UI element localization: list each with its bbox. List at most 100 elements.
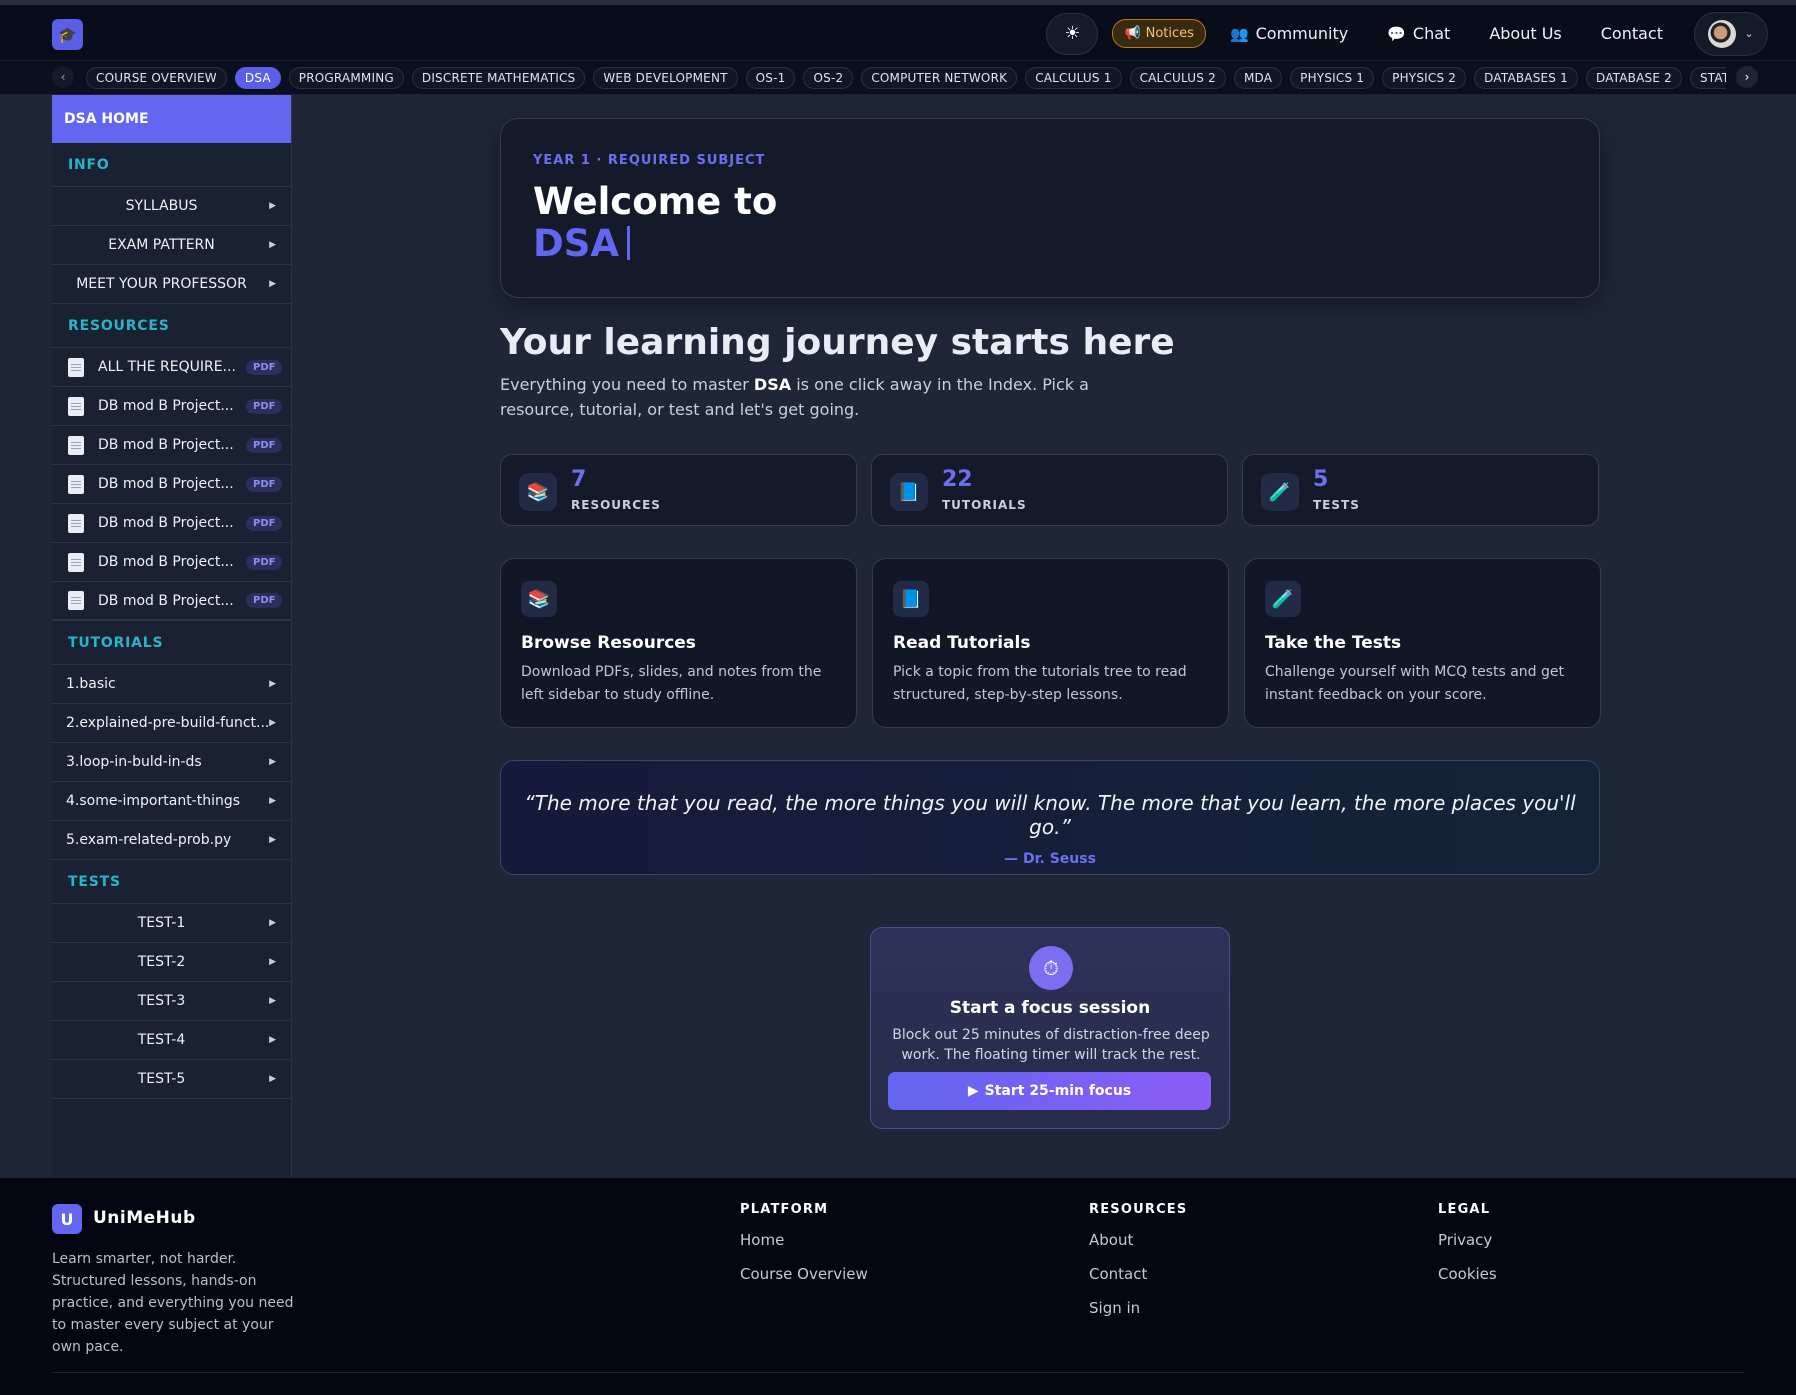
chevron-down-icon: ⌄: [1744, 27, 1754, 40]
sidebar-item-tutorial-label: 1.basic: [66, 676, 116, 692]
theme-toggle-button[interactable]: ☀: [1046, 12, 1099, 55]
sidebar-item-tutorial-1[interactable]: 2.explained-pre-build-funct... ▶: [52, 704, 291, 743]
pdf-badge: PDF: [246, 554, 283, 570]
resource-name: DB mod B Project...: [98, 398, 234, 414]
tab-6[interactable]: OS-2: [803, 67, 854, 89]
footer-link-course-overview[interactable]: Course Overview: [740, 1265, 868, 1299]
document-icon: [68, 591, 84, 610]
sidebar-item-test-3[interactable]: TEST-4 ▶: [52, 1021, 291, 1060]
tab-13[interactable]: DATABASES 1: [1474, 67, 1578, 89]
chevron-left-icon[interactable]: ‹: [52, 66, 74, 88]
sidebar-item-test-0[interactable]: TEST-1 ▶: [52, 904, 291, 943]
sidebar-item-resource-2[interactable]: DB mod B Project... PDF: [52, 426, 291, 465]
sidebar-item-resource-6[interactable]: DB mod B Project... PDF: [52, 582, 291, 621]
books-icon: 📚: [519, 473, 557, 511]
nav-chat[interactable]: 💬 Chat: [1387, 24, 1450, 43]
journey-subtitle: Everything you need to master DSA is one…: [500, 375, 1089, 419]
document-icon: [68, 474, 84, 494]
footer-description: Learn smarter, not harder. Structured le…: [52, 1251, 294, 1355]
document-icon: [68, 552, 84, 572]
sidebar-home[interactable]: DSA HOME: [52, 95, 291, 143]
tab-10[interactable]: MDA: [1233, 67, 1283, 89]
pdf-badge: PDF: [246, 398, 283, 414]
tab-0[interactable]: COURSE OVERVIEW: [86, 67, 227, 89]
sidebar-item-test-1[interactable]: TEST-2 ▶: [52, 943, 291, 982]
footer-link-contact[interactable]: Contact: [1089, 1265, 1187, 1299]
footer-link-sign-in[interactable]: Sign in: [1089, 1299, 1187, 1333]
tab-5[interactable]: OS-1: [745, 67, 796, 89]
pdf-badge: PDF: [246, 515, 283, 531]
nav-contact[interactable]: Contact: [1601, 24, 1663, 43]
sidebar-item-resource-0[interactable]: ALL THE REQUIRE... PDF: [52, 348, 291, 387]
sidebar-item-tutorial-0[interactable]: 1.basic ▶: [52, 665, 291, 704]
sidebar-item-info-2[interactable]: MEET YOUR PROFESSOR ▶: [52, 265, 291, 304]
sidebar-item-test-2[interactable]: TEST-3 ▶: [52, 982, 291, 1021]
typing-cursor: [627, 226, 630, 260]
tab-11[interactable]: PHYSICS 1: [1290, 67, 1375, 89]
subject-tabs: COURSE OVERVIEW DSA PROGRAMMING DISCRETE MA…: [86, 67, 1726, 90]
sidebar-item-resource-5[interactable]: DB mod B Project... PDF: [52, 543, 291, 582]
subject-tab-bar: ‹ COURSE OVERVIEW DSA PROGRAMMING DISCRETE …: [0, 61, 1796, 95]
top-navbar: 🎓 ☀ 📢 Notices 👥 Community 💬 Chat About Us C…: [0, 0, 1796, 61]
resource-name: DB mod B Project...: [98, 554, 234, 570]
sidebar-item-resource-4[interactable]: DB mod B Project... PDF: [52, 504, 291, 543]
user-menu-button[interactable]: ⌄: [1694, 11, 1768, 56]
resource-name: DB mod B Project...: [98, 515, 234, 531]
document-icon: [68, 357, 84, 377]
play-icon: ▶: [967, 1083, 979, 1099]
sidebar-item-tutorial-2[interactable]: 3.loop-in-buld-in-ds ▶: [52, 743, 291, 782]
tab-8[interactable]: CALCULUS 1: [1025, 67, 1122, 89]
start-focus-button[interactable]: ▶ Start 25-min focus: [888, 1072, 1211, 1110]
footer-link-cookies[interactable]: Cookies: [1438, 1265, 1497, 1299]
footer-logo[interactable]: U: [52, 1204, 82, 1234]
sidebar-item-tutorial-label: 4.some-important-things: [66, 793, 241, 809]
caret-right-icon: ▶: [269, 240, 276, 250]
caret-right-icon: ▶: [269, 957, 276, 967]
caret-right-icon: ▶: [269, 918, 276, 928]
tab-1[interactable]: DSA: [234, 67, 281, 89]
nav-about[interactable]: About Us: [1489, 24, 1561, 43]
megaphone-icon: 📢: [1124, 26, 1141, 41]
caret-right-icon: ▶: [269, 679, 276, 689]
tab-3[interactable]: DISCRETE MATHEMATICS: [411, 67, 586, 89]
sidebar-item-tutorial-3[interactable]: 4.some-important-things ▶: [52, 782, 291, 821]
footer-link-privacy[interactable]: Privacy: [1438, 1231, 1497, 1265]
sidebar-section-tests: TESTS: [52, 860, 291, 904]
pdf-badge: PDF: [246, 593, 283, 608]
tab-12[interactable]: PHYSICS 2: [1382, 67, 1467, 89]
sidebar-item-resource-1[interactable]: DB mod B Project... PDF: [52, 387, 291, 426]
footer: U UniMeHub Learn smarter, not harder. St…: [0, 1177, 1796, 1395]
tab-4[interactable]: WEB DEVELOPMENT: [593, 67, 738, 89]
sidebar-item-test-label: TEST-2: [137, 954, 186, 970]
sidebar-item-info-0[interactable]: SYLLABUS ▶: [52, 187, 291, 226]
footer-link-home[interactable]: Home: [740, 1231, 868, 1265]
footer-brand: UniMeHub: [93, 1208, 196, 1228]
sidebar-item-info-label: EXAM PATTERN: [108, 237, 215, 253]
notices-button[interactable]: 📢 Notices: [1112, 19, 1206, 48]
footer-link-about[interactable]: About: [1089, 1231, 1187, 1265]
sidebar-item-test-4[interactable]: TEST-5 ▶: [52, 1060, 291, 1099]
sidebar-item-resource-3[interactable]: DB mod B Project... PDF: [52, 465, 291, 504]
footer-resources: RESOURCES About Contact Sign in: [1089, 1202, 1187, 1333]
tab-9[interactable]: CALCULUS 2: [1129, 67, 1226, 89]
test-tube-icon: 🧪: [1261, 473, 1299, 511]
caret-right-icon: ▶: [269, 1035, 276, 1045]
chevron-right-icon[interactable]: ›: [1736, 66, 1758, 88]
stat-resources: 📚 7 RESOURCES: [500, 454, 857, 526]
stat-tests: 🧪 5 TESTS: [1242, 454, 1599, 526]
nav-community[interactable]: 👥 Community: [1230, 24, 1348, 43]
sidebar-item-tutorial-4[interactable]: 5.exam-related-prob.py ▶: [52, 821, 291, 860]
card-take-tests[interactable]: 🧪 Take the Tests Challenge yourself with…: [1244, 558, 1601, 728]
tab-14[interactable]: DATABASE 2: [1585, 67, 1682, 89]
tab-15[interactable]: STATISTICAL I: [1689, 67, 1726, 89]
nav-right: ☀ 📢 Notices 👥 Community 💬 Chat About Us Con…: [1046, 11, 1768, 56]
tab-2[interactable]: PROGRAMMING: [288, 67, 404, 89]
resource-name: DB mod B Project...: [98, 476, 234, 492]
card-read-tutorials[interactable]: 📘 Read Tutorials Pick a topic from the t…: [872, 558, 1229, 728]
card-browse-resources[interactable]: 📚 Browse Resources Download PDFs, slides…: [500, 558, 857, 728]
tab-7[interactable]: COMPUTER NETWORK: [861, 67, 1018, 89]
caret-right-icon: ▶: [269, 718, 276, 728]
sidebar-item-info-1[interactable]: EXAM PATTERN ▶: [52, 226, 291, 265]
graduation-cap-icon[interactable]: 🎓: [52, 19, 83, 50]
book-icon: 📘: [890, 473, 928, 511]
